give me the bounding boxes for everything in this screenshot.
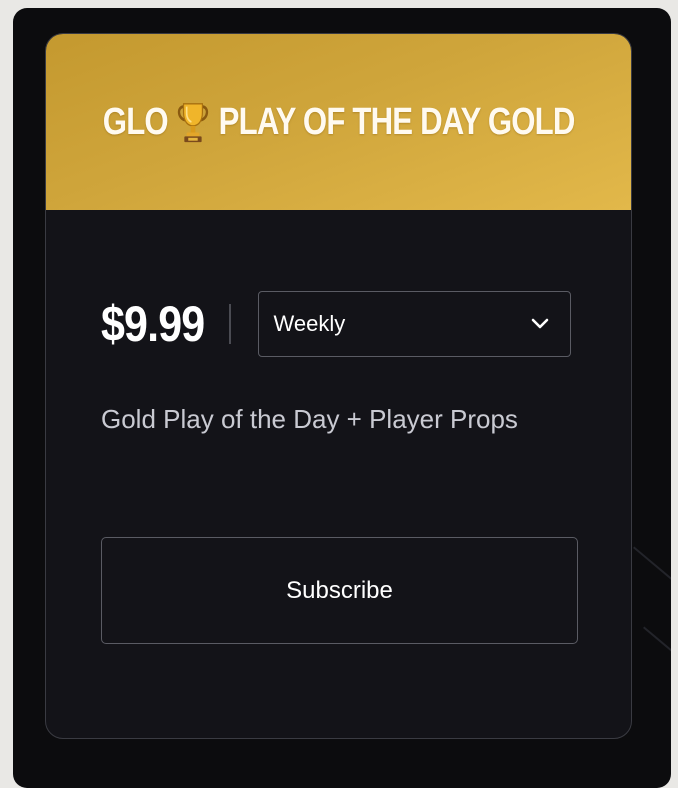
subscribe-button[interactable]: Subscribe xyxy=(101,537,578,644)
billing-period-value: Weekly xyxy=(273,311,346,336)
plan-description: Gold Play of the Day + Player Props xyxy=(101,404,518,434)
plan-title-prefix: GLO xyxy=(102,100,169,143)
background-decoration-line xyxy=(633,546,671,638)
price-row: $9.99 Weekly xyxy=(101,291,571,357)
billing-period-select[interactable]: Weekly xyxy=(257,291,571,357)
subscription-card: GLO PLAY OF THE DAY GOLD $9.99 Weekly Go… xyxy=(45,33,632,739)
plan-title: GLO PLAY OF THE DAY GOLD xyxy=(102,99,576,145)
price-label: $9.99 xyxy=(101,296,205,352)
trophy-icon xyxy=(177,103,209,143)
price-divider xyxy=(229,304,231,344)
card-header: GLO PLAY OF THE DAY GOLD xyxy=(46,34,631,210)
chevron-down-icon xyxy=(531,318,548,329)
background-decoration-line xyxy=(643,626,671,718)
plan-title-suffix: PLAY OF THE DAY GOLD xyxy=(218,100,575,143)
